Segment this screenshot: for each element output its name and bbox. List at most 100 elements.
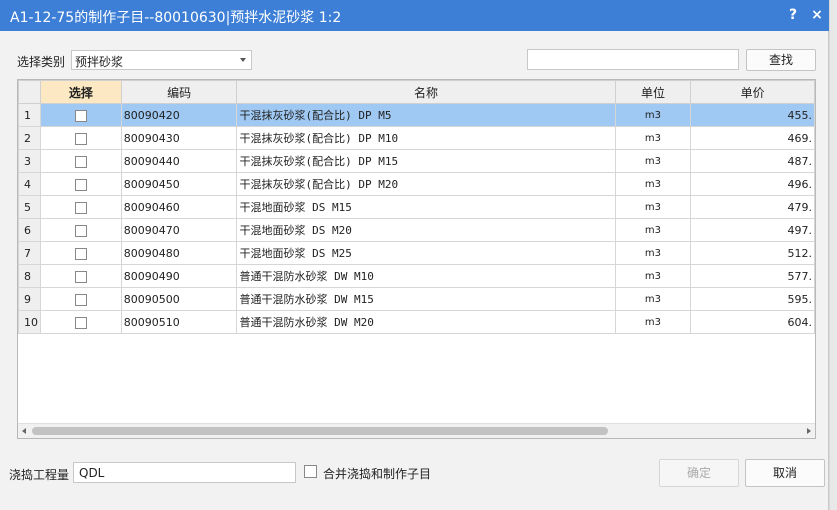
- code-cell: 80090420: [120, 103, 238, 127]
- material-table: 选择 编码 名称 单位 单价 1 80090420 干混抹灰砂浆(配合比) DP M…: [17, 79, 816, 439]
- row-checkbox[interactable]: [74, 247, 87, 260]
- close-icon[interactable]: ×: [806, 4, 828, 26]
- name-cell: 普通干混防水砂浆 DW M15: [236, 287, 616, 311]
- price-cell: 595.: [690, 287, 815, 311]
- search-button[interactable]: 查找: [746, 49, 816, 71]
- price-cell: 604.: [690, 310, 815, 334]
- table-row[interactable]: 3 80090440 干混抹灰砂浆(配合比) DP M15 m3 487.: [18, 149, 815, 173]
- dialog-window: A1-12-75的制作子目--80010630|预拌水泥砂浆 1:2 ? × 选…: [0, 0, 829, 510]
- code-cell: 80090500: [120, 287, 238, 311]
- table-row[interactable]: 4 80090450 干混抹灰砂浆(配合比) DP M20 m3 496.: [18, 172, 815, 196]
- row-number: 2: [18, 126, 41, 150]
- row-number: 5: [18, 195, 41, 219]
- select-cell[interactable]: [39, 149, 122, 173]
- column-header-code[interactable]: 编码: [120, 80, 238, 104]
- select-cell[interactable]: [39, 172, 122, 196]
- name-cell: 干混地面砂浆 DS M25: [236, 241, 616, 265]
- price-cell: 577.: [690, 264, 815, 288]
- name-cell: 干混抹灰砂浆(配合比) DP M5: [236, 103, 616, 127]
- chevron-down-icon: [240, 58, 246, 62]
- row-number: 6: [18, 218, 41, 242]
- code-cell: 80090460: [120, 195, 238, 219]
- row-checkbox[interactable]: [74, 270, 87, 283]
- select-cell[interactable]: [39, 218, 122, 242]
- select-cell[interactable]: [39, 287, 122, 311]
- code-cell: 80090480: [120, 241, 238, 265]
- unit-cell: m3: [614, 310, 692, 334]
- unit-cell: m3: [614, 172, 692, 196]
- scrollbar-thumb[interactable]: [32, 427, 608, 435]
- window-title: A1-12-75的制作子目--80010630|预拌水泥砂浆 1:2: [10, 10, 342, 26]
- table-row[interactable]: 10 80090510 普通干混防水砂浆 DW M20 m3 604.: [18, 310, 815, 334]
- unit-cell: m3: [614, 264, 692, 288]
- unit-cell: m3: [614, 103, 692, 127]
- code-cell: 80090440: [120, 149, 238, 173]
- merge-label: 合并浇捣和制作子目: [323, 467, 432, 481]
- column-header-unit[interactable]: 单位: [614, 80, 692, 104]
- name-cell: 普通干混防水砂浆 DW M20: [236, 310, 616, 334]
- quantity-label: 浇捣工程量: [9, 468, 70, 482]
- unit-cell: m3: [614, 218, 692, 242]
- unit-cell: m3: [614, 241, 692, 265]
- row-checkbox[interactable]: [74, 178, 87, 191]
- select-cell[interactable]: [39, 126, 122, 150]
- header-corner: [18, 80, 41, 104]
- table-row[interactable]: 7 80090480 干混地面砂浆 DS M25 m3 512.: [18, 241, 815, 265]
- title-bar: A1-12-75的制作子目--80010630|预拌水泥砂浆 1:2 ? ×: [0, 0, 829, 31]
- name-cell: 干混抹灰砂浆(配合比) DP M15: [236, 149, 616, 173]
- name-cell: 干混地面砂浆 DS M20: [236, 218, 616, 242]
- merge-checkbox[interactable]: [304, 465, 317, 478]
- code-cell: 80090510: [120, 310, 238, 334]
- price-cell: 479.: [690, 195, 815, 219]
- row-checkbox[interactable]: [74, 155, 87, 168]
- price-cell: 455.: [690, 103, 815, 127]
- background-window-edge: [830, 0, 837, 510]
- price-cell: 497.: [690, 218, 815, 242]
- row-checkbox[interactable]: [74, 293, 87, 306]
- search-input[interactable]: [527, 49, 739, 70]
- select-cell[interactable]: [39, 103, 122, 127]
- help-icon[interactable]: ?: [782, 4, 804, 26]
- table-row[interactable]: 5 80090460 干混地面砂浆 DS M15 m3 479.: [18, 195, 815, 219]
- category-select[interactable]: 预拌砂浆: [71, 50, 252, 70]
- scroll-left-icon[interactable]: [22, 428, 26, 434]
- row-number: 10: [18, 310, 41, 334]
- select-cell[interactable]: [39, 310, 122, 334]
- code-cell: 80090470: [120, 218, 238, 242]
- select-cell[interactable]: [39, 264, 122, 288]
- row-number: 7: [18, 241, 41, 265]
- table-row[interactable]: 6 80090470 干混地面砂浆 DS M20 m3 497.: [18, 218, 815, 242]
- select-cell[interactable]: [39, 195, 122, 219]
- quantity-input[interactable]: QDL: [73, 462, 296, 483]
- name-cell: 干混地面砂浆 DS M15: [236, 195, 616, 219]
- unit-cell: m3: [614, 149, 692, 173]
- scroll-right-icon[interactable]: [807, 428, 811, 434]
- horizontal-scrollbar[interactable]: [18, 423, 815, 438]
- column-header-name[interactable]: 名称: [236, 80, 616, 104]
- column-header-select[interactable]: 选择: [39, 80, 122, 104]
- row-number: 3: [18, 149, 41, 173]
- table-row[interactable]: 2 80090430 干混抹灰砂浆(配合比) DP M10 m3 469.: [18, 126, 815, 150]
- table-row[interactable]: 8 80090490 普通干混防水砂浆 DW M10 m3 577.: [18, 264, 815, 288]
- name-cell: 干混抹灰砂浆(配合比) DP M20: [236, 172, 616, 196]
- row-checkbox[interactable]: [74, 224, 87, 237]
- table-header-row: 选择 编码 名称 单位 单价: [18, 80, 815, 104]
- table-row[interactable]: 1 80090420 干混抹灰砂浆(配合比) DP M5 m3 455.: [18, 103, 815, 127]
- row-checkbox[interactable]: [74, 201, 87, 214]
- row-checkbox[interactable]: [74, 109, 87, 122]
- price-cell: 512.: [690, 241, 815, 265]
- unit-cell: m3: [614, 287, 692, 311]
- row-checkbox[interactable]: [74, 316, 87, 329]
- column-header-price[interactable]: 单价: [690, 80, 815, 104]
- ok-button[interactable]: 确定: [659, 459, 739, 487]
- price-cell: 487.: [690, 149, 815, 173]
- row-number: 1: [18, 103, 41, 127]
- select-cell[interactable]: [39, 241, 122, 265]
- row-number: 9: [18, 287, 41, 311]
- row-checkbox[interactable]: [74, 132, 87, 145]
- table-row[interactable]: 9 80090500 普通干混防水砂浆 DW M15 m3 595.: [18, 287, 815, 311]
- code-cell: 80090490: [120, 264, 238, 288]
- code-cell: 80090450: [120, 172, 238, 196]
- cancel-button[interactable]: 取消: [745, 459, 825, 487]
- row-number: 8: [18, 264, 41, 288]
